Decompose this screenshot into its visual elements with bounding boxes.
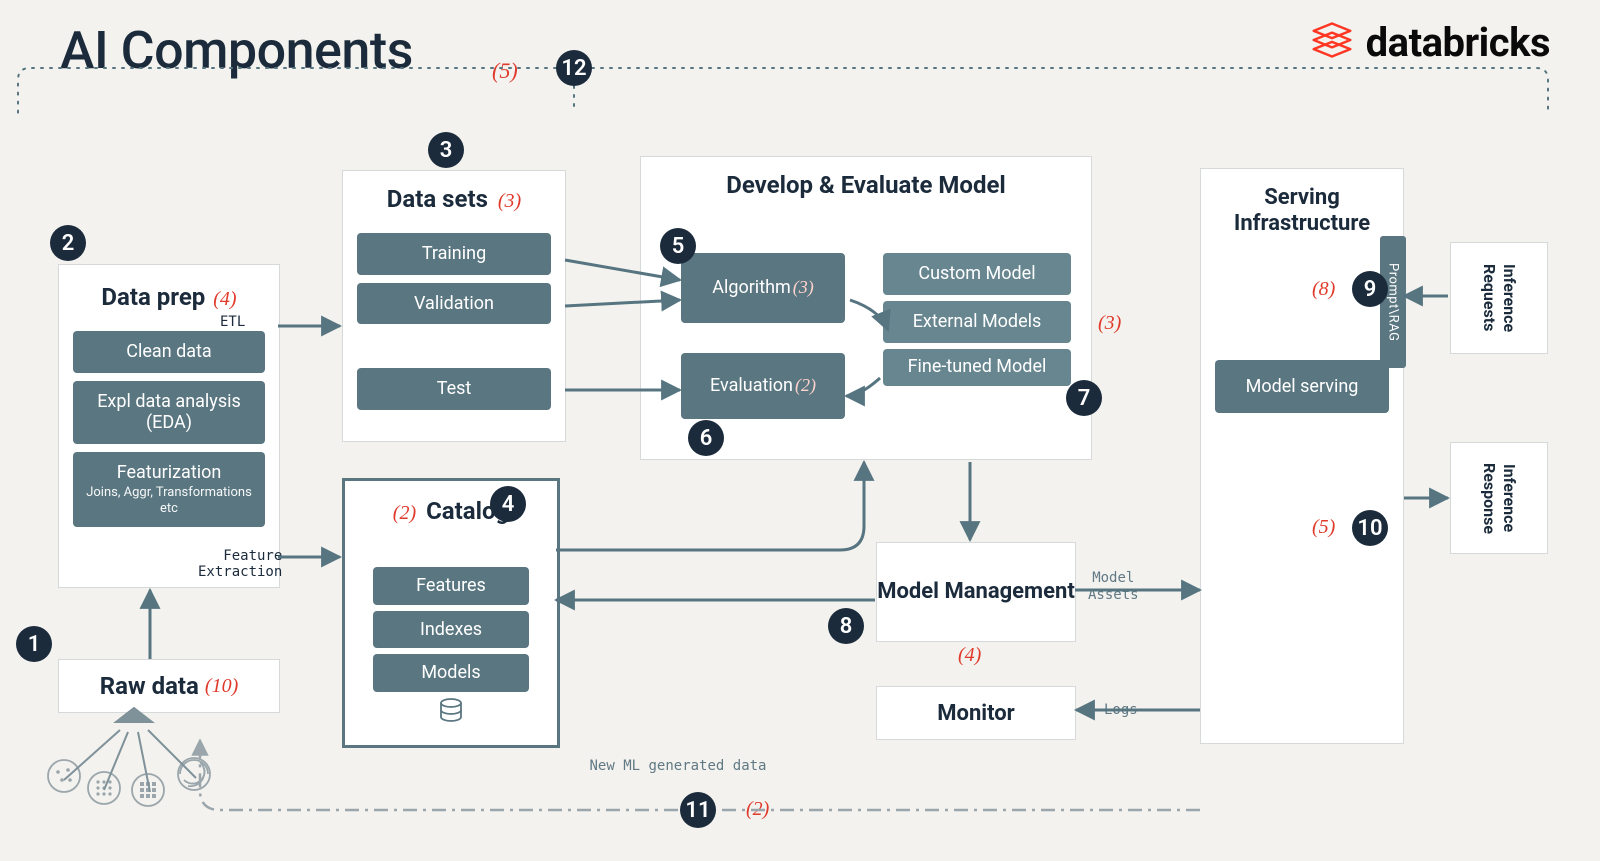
- inference-requests-box: Inference Requests: [1450, 242, 1548, 354]
- serving-infra-title: Serving Infrastructure: [1201, 169, 1403, 250]
- data-sets-box: Data sets (3) Training Validation Test: [342, 170, 566, 442]
- inference-response-label: Inference Response: [1479, 443, 1519, 553]
- data-sets-title: Data sets: [387, 185, 488, 213]
- badge-10: 10: [1352, 510, 1388, 546]
- pill-finetuned-model: Fine-tuned Model: [883, 349, 1071, 386]
- brand-logo: databricks: [1310, 18, 1550, 66]
- pill-model-serving: Model serving: [1215, 360, 1389, 414]
- pill-custom-model: Custom Model: [883, 253, 1071, 295]
- data-prep-box: Data prep (4) Clean data Expl data analy…: [58, 264, 280, 588]
- brand-name: databricks: [1366, 19, 1550, 66]
- new-ml-data-label: New ML generated data: [588, 758, 768, 775]
- badge-5: 5: [660, 228, 696, 264]
- badge-8: 8: [828, 608, 864, 644]
- catalog-box: (2) Catalog Features Indexes Models: [342, 478, 560, 748]
- develop-evaluate-box: Develop & Evaluate Model Algorithm(3) Ev…: [640, 156, 1092, 460]
- data-sets-count: (3): [498, 190, 521, 212]
- pill-training: Training: [357, 233, 551, 275]
- monitor-box: Monitor: [876, 686, 1076, 740]
- pill-models: Models: [373, 654, 529, 692]
- model-assets-label: Model Assets: [1088, 570, 1139, 604]
- inference-requests-label: Inference Requests: [1479, 243, 1519, 353]
- badge-12: 12: [556, 50, 592, 86]
- etl-label: ETL: [220, 314, 245, 330]
- serving-infra-box: Serving Infrastructure Model serving: [1200, 168, 1404, 744]
- pill-featurization: Featurization Joins, Aggr, Transformatio…: [73, 452, 265, 527]
- badge-3: 3: [428, 132, 464, 168]
- data-prep-title: Data prep: [101, 283, 205, 311]
- model-management-title: Model Management: [877, 579, 1075, 604]
- pill-clean-data: Clean data: [73, 331, 265, 373]
- pill-test: Test: [357, 368, 551, 410]
- inference-response-box: Inference Response: [1450, 442, 1548, 554]
- catalog-count: (2): [393, 502, 416, 524]
- logs-label: Logs: [1104, 702, 1138, 719]
- database-icon: [345, 698, 557, 730]
- top-governance-count: (5): [492, 58, 518, 84]
- new-ml-data-count: (2): [746, 798, 769, 821]
- raw-data-count: (10): [205, 675, 238, 698]
- page-title: AI Components: [60, 20, 413, 81]
- badge-6: 6: [688, 420, 724, 456]
- serving-count-10: (5): [1312, 516, 1335, 539]
- pill-eda: Expl data analysis (EDA): [73, 381, 265, 444]
- data-prep-count: (4): [213, 288, 236, 310]
- model-management-count: (4): [958, 644, 981, 667]
- serving-count-9: (8): [1312, 278, 1335, 301]
- pill-external-models: External Models: [883, 301, 1071, 343]
- databricks-icon: [1310, 18, 1354, 66]
- badge-7: 7: [1066, 380, 1102, 416]
- badge-2: 2: [50, 225, 86, 261]
- badge-11: 11: [680, 792, 716, 828]
- badge-9: 9: [1352, 271, 1388, 307]
- pill-validation: Validation: [357, 283, 551, 325]
- develop-evaluate-title: Develop & Evaluate Model: [641, 157, 1091, 211]
- monitor-title: Monitor: [937, 701, 1014, 726]
- pill-algorithm: Algorithm(3): [681, 253, 845, 323]
- feature-extraction-label: Feature Extraction: [198, 548, 282, 580]
- badge-1: 1: [16, 626, 52, 662]
- prompt-rag-tab: Prompt\RAG: [1380, 236, 1406, 368]
- pill-features: Features: [373, 567, 529, 605]
- badge-4: 4: [490, 486, 526, 522]
- pill-evaluation: Evaluation(2): [681, 353, 845, 419]
- pill-indexes: Indexes: [373, 611, 529, 649]
- model-management-box: Model Management: [876, 542, 1076, 642]
- raw-data-title: Raw data: [100, 672, 199, 700]
- raw-data-sources: [38, 702, 238, 822]
- external-models-count: (3): [1098, 312, 1121, 335]
